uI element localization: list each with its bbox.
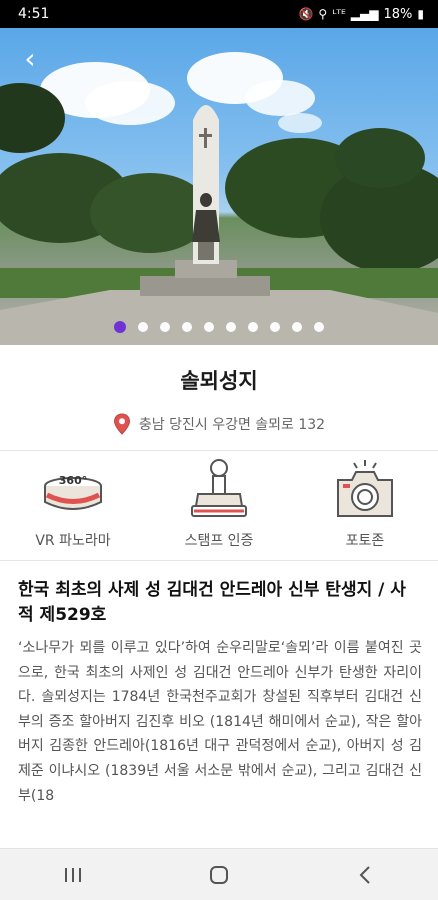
back-button[interactable]: ‹ (14, 44, 46, 76)
back-icon (359, 865, 370, 884)
status-bar: 4:51 🔇 ⚲ ᴸᵀᴱ ▂▄▆ 18% ▮ (0, 0, 438, 28)
carousel-dot[interactable] (292, 322, 302, 332)
location-icon: ⚲ (318, 7, 328, 21)
stamp-label: 스탬프 인증 (184, 533, 254, 549)
stamp-button[interactable]: 스탬프 인증 (146, 452, 292, 558)
divider (0, 450, 438, 451)
mute-icon: 🔇 (298, 7, 314, 21)
action-buttons: 360° VR 파노라마 스탬프 인증 포토존 (0, 452, 438, 558)
battery-level: 18% (383, 6, 413, 22)
back-nav-button[interactable] (335, 855, 395, 895)
carousel-dot[interactable] (248, 322, 258, 332)
signal-icon: ▂▄▆ (350, 7, 379, 21)
location-pin-icon (113, 413, 130, 435)
description-body: ‘소나무가 뫼를 이루고 있다’하여 순우리말로‘솔뫼’라 이름 붙여진 곳으로… (18, 640, 422, 804)
svg-text:360°: 360° (59, 474, 87, 487)
carousel-dot[interactable] (114, 321, 126, 333)
carousel-dot[interactable] (182, 322, 192, 332)
vr-panorama-label: VR 파노라마 (35, 533, 111, 549)
camera-icon (337, 460, 393, 517)
carousel-dot[interactable] (160, 322, 170, 332)
recent-apps-icon (65, 867, 81, 882)
place-title: 솔뫼성지 (180, 369, 258, 393)
carousel-dot[interactable] (226, 322, 236, 332)
home-icon (210, 865, 228, 884)
carousel-dot[interactable] (204, 322, 214, 332)
description-heading: 한국 최초의 사제 성 김대건 안드레아 신부 탄생지 / 사적 제529호 (18, 580, 406, 625)
hero-photo (0, 52, 438, 345)
status-time: 4:51 (18, 6, 50, 22)
stamp-icon (191, 459, 247, 517)
carousel-dot[interactable] (314, 322, 324, 332)
address-text: 충남 당진시 우강면 솔뫼로 132 (138, 417, 326, 433)
carousel-dot[interactable] (138, 322, 148, 332)
place-address[interactable]: 충남 당진시 우강면 솔뫼로 132 (0, 413, 438, 435)
status-icons: 🔇 ⚲ ᴸᵀᴱ ▂▄▆ 18% ▮ (298, 7, 424, 22)
vr-360-icon: 360° (44, 474, 102, 510)
divider (0, 560, 438, 561)
carousel-dot[interactable] (270, 322, 280, 332)
battery-icon: ▮ (417, 7, 424, 21)
recent-apps-button[interactable] (43, 855, 103, 895)
photo-zone-label: 포토존 (345, 533, 385, 549)
photo-zone-button[interactable]: 포토존 (292, 452, 438, 558)
home-button[interactable] (189, 855, 249, 895)
system-nav-bar (0, 848, 438, 900)
lte-icon: ᴸᵀᴱ (332, 7, 346, 21)
vr-panorama-button[interactable]: 360° VR 파노라마 (0, 452, 146, 558)
hero-image-carousel[interactable]: ‹ (0, 28, 438, 345)
carousel-indicators (0, 321, 438, 333)
